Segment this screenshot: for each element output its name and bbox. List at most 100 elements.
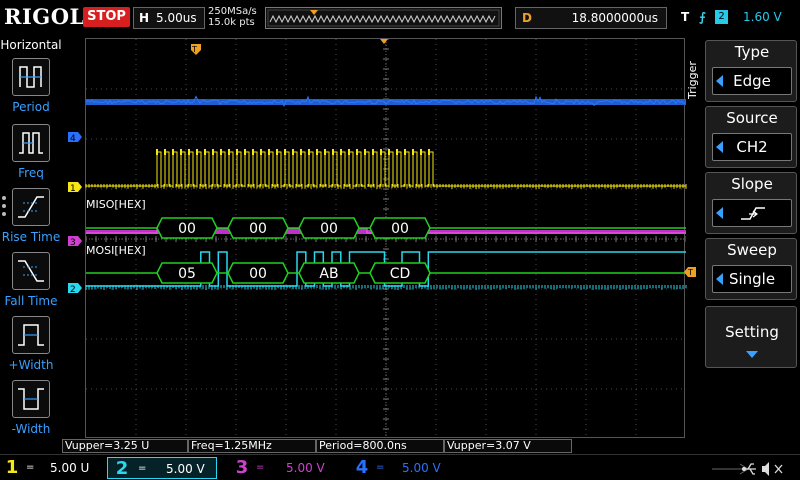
left-arrow-icon	[716, 273, 723, 285]
status-icons	[712, 462, 769, 476]
trigger-setting-title: Setting	[725, 323, 779, 341]
positive-width-icon[interactable]	[12, 316, 50, 354]
timebase-value: 5.00us	[156, 11, 197, 25]
trigger-level-marker[interactable]: T	[684, 267, 696, 277]
ch1-waveform	[85, 149, 687, 189]
trigger-slope-softkey[interactable]: Slope	[705, 172, 797, 234]
ch4-waveform	[85, 95, 687, 108]
measurement-2[interactable]: Freq=1.25MHz	[188, 439, 316, 453]
trigger-source-softkey[interactable]: Source CH2	[705, 106, 797, 168]
miso-byte-2: 00	[320, 221, 338, 237]
measurement-1[interactable]: Vupper=3.25 U	[62, 439, 188, 453]
delay-box[interactable]: D 18.8000000us	[515, 7, 667, 29]
measure-positive-width[interactable]: +Width	[0, 316, 62, 380]
ch2-marker[interactable]: 2	[68, 283, 82, 295]
ch3-number: 3	[235, 457, 249, 478]
ch4-status[interactable]: 4 = 5.00 V	[352, 457, 462, 479]
trigger-status-box[interactable]: T ⨍ 2 1.60 V	[677, 7, 797, 29]
memory-overview[interactable]	[265, 7, 502, 29]
trigger-type-softkey[interactable]: Type Edge	[705, 40, 797, 102]
ch2-scale: 5.00 V	[166, 462, 205, 476]
measure-rise-time[interactable]: Rise Time	[0, 188, 62, 252]
miso-byte-1: 00	[249, 221, 267, 237]
negative-width-icon[interactable]	[12, 380, 50, 418]
left-menu-title: Horizontal	[0, 38, 62, 52]
delay-label: D	[522, 11, 532, 25]
ch1-marker-label: 1	[70, 184, 76, 194]
measurement-3[interactable]: Period=800.0ns	[316, 439, 444, 453]
fall-time-label: Fall Time	[4, 294, 58, 308]
delay-value: 18.8000000us	[571, 11, 658, 25]
freq-label: Freq	[18, 166, 44, 180]
measure-freq[interactable]: Freq	[0, 124, 62, 188]
trigger-source-title: Source	[726, 109, 778, 127]
trigger-sweep-softkey[interactable]: Sweep Single	[705, 238, 797, 300]
ch1-number: 1	[5, 457, 19, 478]
mute-x-icon	[774, 464, 783, 474]
timebase-label: H	[138, 11, 150, 25]
ch1-status[interactable]: 1 = 5.00 U	[2, 457, 102, 479]
ch3-marker[interactable]: 3	[68, 236, 82, 248]
trigger-slope-value[interactable]	[712, 199, 792, 227]
trigger-slope-title: Slope	[731, 175, 773, 193]
trigger-type-value[interactable]: Edge	[712, 67, 792, 95]
run-stop-status[interactable]: STOP	[83, 7, 130, 27]
positive-width-label: +Width	[8, 358, 54, 372]
ch4-marker[interactable]: 4	[68, 132, 82, 144]
top-status-bar: RIGOL STOP H 5.00us 250MSa/s 15.0k pts D…	[0, 0, 800, 36]
freq-icon[interactable]	[12, 124, 50, 162]
waveform-display: 00 00 00 00 05 00 AB CD 4 1 3 2 T T MISO[HEX] …	[68, 39, 696, 295]
rise-time-icon[interactable]	[12, 188, 50, 226]
measure-fall-time[interactable]: Fall Time	[0, 252, 62, 316]
miso-decode-bus: 00 00 00 00	[86, 217, 686, 239]
trigger-type-title: Type	[734, 43, 770, 61]
ch1-marker[interactable]: 1	[68, 182, 82, 194]
trigger-sweep-value[interactable]: Single	[712, 265, 792, 293]
channel-status-bar: 1 = 5.00 U 2 = 5.00 V 3 = 5.00 V 4 = 5.0…	[0, 454, 800, 480]
trigger-label: T	[681, 10, 690, 24]
ch4-scale: 5.00 V	[402, 461, 441, 475]
usb-icon	[742, 463, 756, 475]
speaker-muted-icon	[762, 462, 769, 476]
ch3-scale: 5.00 V	[286, 461, 325, 475]
ch2-coupling-dc-icon: =	[138, 463, 147, 474]
rising-edge-icon: ⨍	[699, 10, 706, 24]
measurement-4[interactable]: Vupper=3.07 V	[444, 439, 572, 453]
trigger-setting-softkey[interactable]: Setting	[705, 306, 797, 368]
trigger-menu-side-label: Trigger	[686, 61, 699, 99]
fall-time-icon[interactable]	[12, 252, 50, 290]
trigger-position-label: T	[191, 45, 197, 54]
memory-overview-waveform	[267, 9, 500, 27]
left-arrow-icon	[716, 207, 723, 219]
trigger-menu: Type Edge Source CH2 Slope Sweep Single …	[700, 36, 800, 438]
ch2-marker-label: 2	[70, 285, 76, 295]
brand-logo: RIGOL	[4, 4, 85, 29]
acquisition-info: 250MSa/s 15.0k pts	[208, 6, 264, 28]
trigger-source-value[interactable]: CH2	[712, 133, 792, 161]
ch2-number: 2	[115, 458, 129, 479]
negative-width-label: -Width	[11, 422, 51, 436]
timebase-box[interactable]: H 5.00us	[133, 7, 205, 29]
ch4-coupling-dc-icon: =	[376, 462, 385, 473]
mosi-byte-2: AB	[319, 266, 338, 282]
rising-edge-icon	[741, 207, 765, 220]
ch4-number: 4	[355, 457, 369, 478]
trigger-sweep-title: Sweep	[727, 241, 777, 259]
horizontal-measure-menu: Horizontal Period Freq Rise Time Fall Ti…	[0, 36, 62, 438]
ch3-coupling-dc-icon: =	[256, 462, 265, 473]
measure-negative-width[interactable]: -Width	[0, 380, 62, 444]
trigger-source-badge: 2	[715, 10, 728, 24]
ch3-marker-label: 3	[70, 238, 76, 248]
period-label: Period	[12, 100, 50, 114]
trigger-position-marker[interactable]: T	[191, 44, 201, 55]
period-icon[interactable]	[12, 58, 50, 96]
miso-byte-0: 00	[178, 221, 196, 237]
mosi-byte-1: 00	[249, 266, 267, 282]
screen-center-marker-icon	[380, 39, 388, 44]
ch2-status[interactable]: 2 = 5.00 V	[107, 457, 217, 479]
miso-byte-3: 00	[391, 221, 409, 237]
measurement-results-bar: Vupper=3.25 U Freq=1.25MHz Period=800.0n…	[62, 438, 700, 454]
submenu-down-arrow-icon	[746, 351, 758, 358]
ch3-status[interactable]: 3 = 5.00 V	[232, 457, 342, 479]
measure-period[interactable]: Period	[0, 58, 62, 122]
